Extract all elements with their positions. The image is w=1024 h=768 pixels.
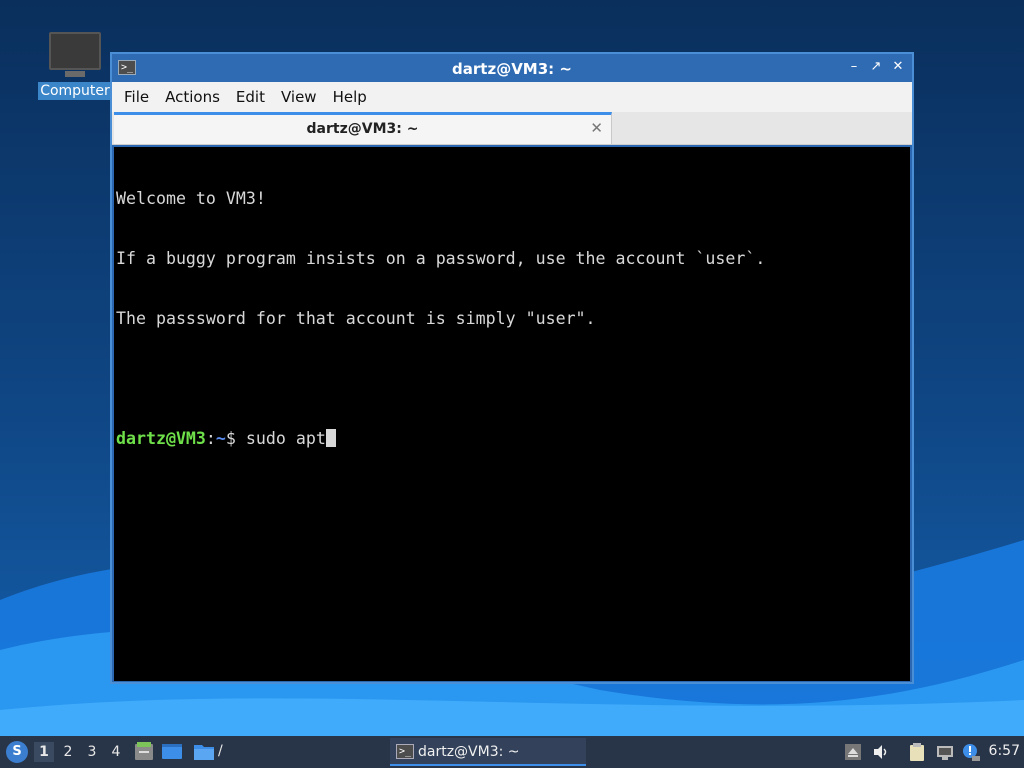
menu-actions[interactable]: Actions: [157, 88, 228, 106]
window-titlebar[interactable]: >_ dartz@VM3: ~ – ↗ ✕: [112, 54, 912, 82]
workspace-2[interactable]: 2: [58, 742, 78, 762]
terminal-line: The passsword for that account is simply…: [116, 309, 596, 328]
workspace-4[interactable]: 4: [106, 742, 126, 762]
clock[interactable]: 6:57: [989, 743, 1020, 759]
tab-label: dartz@VM3: ~: [306, 121, 419, 137]
menu-edit[interactable]: Edit: [228, 88, 273, 106]
taskbar: S 1 2 3 4 / >_ dartz@VM3: ~ 6:57: [0, 736, 1024, 768]
task-label: dartz@VM3: ~: [418, 744, 520, 760]
computer-icon: [49, 32, 101, 77]
eject-icon[interactable]: [844, 743, 862, 761]
start-menu-button[interactable]: S: [6, 741, 28, 763]
terminal-line: Welcome to VM3!: [116, 189, 266, 208]
minimize-button[interactable]: –: [846, 58, 862, 76]
desktop-icon-label: Computer: [38, 82, 112, 100]
show-desktop-icon[interactable]: [134, 742, 154, 761]
terminal-tab[interactable]: dartz@VM3: ~ ✕: [114, 112, 612, 144]
clipboard-icon[interactable]: [908, 743, 926, 761]
tab-bar: dartz@VM3: ~ ✕: [112, 112, 912, 145]
workspace-1[interactable]: 1: [34, 742, 54, 762]
maximize-button[interactable]: ↗: [868, 58, 884, 76]
terminal-task-icon: >_: [396, 744, 414, 759]
updates-icon[interactable]: [962, 743, 980, 761]
prompt-command[interactable]: sudo apt: [246, 429, 326, 448]
prompt-path: ~: [215, 429, 226, 448]
prompt-colon: :: [205, 429, 216, 448]
terminal-window[interactable]: >_ dartz@VM3: ~ – ↗ ✕ File Actions Edit …: [110, 52, 914, 684]
close-tab-icon[interactable]: ✕: [590, 119, 603, 137]
menu-view[interactable]: View: [273, 88, 325, 106]
folder-icon[interactable]: [194, 742, 214, 761]
menu-bar: File Actions Edit View Help: [112, 82, 912, 112]
terminal-output[interactable]: Welcome to VM3! If a buggy program insis…: [114, 147, 910, 681]
prompt-user-host: dartz@VM3: [116, 429, 206, 448]
taskbar-task-terminal[interactable]: >_ dartz@VM3: ~: [390, 738, 586, 766]
menu-help[interactable]: Help: [325, 88, 375, 106]
folder-path-label[interactable]: /: [218, 743, 223, 759]
terminal-line: If a buggy program insists on a password…: [116, 249, 766, 268]
menu-file[interactable]: File: [116, 88, 157, 106]
volume-icon[interactable]: [872, 743, 890, 761]
workspace-3[interactable]: 3: [82, 742, 102, 762]
window-title: dartz@VM3: ~: [452, 60, 572, 78]
close-window-button[interactable]: ✕: [890, 58, 906, 76]
prompt-symbol: $: [225, 429, 246, 448]
desktop-icon-computer[interactable]: Computer: [38, 28, 112, 100]
network-icon[interactable]: [936, 743, 954, 761]
file-manager-icon[interactable]: [162, 742, 182, 761]
terminal-prompt-line[interactable]: dartz@VM3:~$ sudo apt: [116, 429, 908, 449]
text-cursor: [325, 429, 336, 447]
